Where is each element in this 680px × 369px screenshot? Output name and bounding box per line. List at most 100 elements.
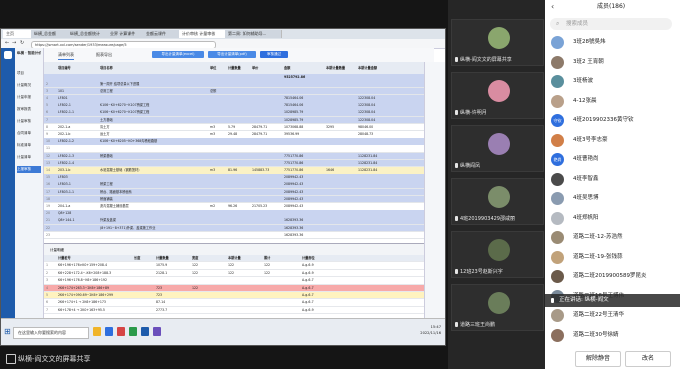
grid-header-cell[interactable]: 项目编号 xyxy=(58,62,98,74)
export-pdf-button[interactable]: 导出计量清单(pdf) xyxy=(208,51,256,58)
sub-grid-header-cell[interactable]: 累计 xyxy=(264,255,298,261)
sub-grid-row[interactable]: 4 2K6+174+263.3~2K6+186+89 723 122 A-g-6-7 xyxy=(44,284,434,292)
grid-header-cell[interactable]: 本期计量金额 xyxy=(358,62,398,74)
member-search-input[interactable]: ⌕ 搜索成员 xyxy=(550,18,672,30)
sub-grid-row[interactable]: 6 2K6+174+1 → 2K6+186+173 87.14 A-g-6-7 xyxy=(44,299,434,307)
sidebar-item[interactable]: 标准清单 xyxy=(17,142,41,149)
grid-cell-cur: 1646 xyxy=(326,168,335,172)
video-tile[interactable]: 纵横-许明月 xyxy=(451,72,544,119)
member-item[interactable]: 3班2 王宵朝 xyxy=(549,54,677,71)
grid-cell-name: 桥台、路面基本桥面系 xyxy=(100,189,132,194)
meeting-icon[interactable] xyxy=(153,327,161,336)
sub-grid-cell-g: A-g-6-7 xyxy=(302,285,314,290)
member-item[interactable]: 4班吴思博 xyxy=(549,190,677,207)
browser-tab[interactable]: 业界 计算课件 xyxy=(107,30,148,38)
sidebar-item[interactable]: 计量申报 xyxy=(17,94,41,101)
grid-row[interactable]: 23 1628393.36 xyxy=(44,231,424,240)
grid-header-cell[interactable]: 本期计量数量 xyxy=(326,62,356,74)
grid-header-cell[interactable]: 单价 xyxy=(252,62,282,74)
rename-button[interactable]: 改名 xyxy=(625,351,671,367)
forward-icon[interactable]: → xyxy=(12,40,16,46)
member-avatar xyxy=(551,94,564,108)
member-item[interactable]: 守钦 4班2019902336黄守钦 xyxy=(549,112,677,129)
sub-grid-header-cell[interactable]: 计量数量 xyxy=(156,255,190,261)
sub-grid-header-cell[interactable]: 计量桩号 xyxy=(58,255,132,261)
member-item[interactable]: 3班杨波 xyxy=(549,73,677,90)
grid-cell-code: 101 xyxy=(58,88,65,93)
unmute-all-button[interactable]: 解除静音 xyxy=(575,351,621,367)
member-item[interactable]: 道路二班2019900589罗昆炎 xyxy=(549,268,677,285)
sub-grid-cell-g: A-g-6-7 xyxy=(302,293,314,297)
member-item[interactable]: 道路二班-19-张钱蒜 xyxy=(549,249,677,266)
member-item[interactable]: 道路二班30号徐婧 xyxy=(549,327,677,344)
grid-header-cell[interactable]: 项目名称 xyxy=(100,62,210,74)
video-tile[interactable]: 道路三班王尚鹏 xyxy=(451,284,544,331)
grid-header-cell[interactable]: 金额 xyxy=(284,62,324,74)
tab-export[interactable]: 报表导出 xyxy=(96,51,112,59)
member-avatar xyxy=(551,75,564,88)
member-item[interactable]: 4班郑帆阳 xyxy=(549,210,677,227)
word-icon[interactable] xyxy=(141,327,149,336)
browser-tab[interactable]: 纵横_总金额 xyxy=(31,30,72,38)
sidebar-item[interactable]: 计量清单 xyxy=(17,154,41,161)
member-item[interactable]: 4-12张晨 xyxy=(549,93,677,110)
search-icon: ⌕ xyxy=(556,20,560,27)
member-item[interactable]: 艳尚 4班曹艳尚 xyxy=(549,151,677,168)
participant-name-text: 纵横-阎文文的屏幕共享 xyxy=(460,57,512,63)
grid-row-number: 22 xyxy=(46,225,51,230)
shared-screen-content: 主页 纵横_总金额 纵横_总金额统计 业界 计算课件 金额云课件 计价审核 计量… xyxy=(0,28,446,346)
approve-button[interactable]: 审核通过 xyxy=(260,51,288,58)
taskbar-search[interactable]: 在这里输入你要搜索的内容 xyxy=(13,327,89,339)
browser-tab[interactable]: 计价审核 计量审核 xyxy=(179,30,230,38)
member-item[interactable]: 道路二班-12-苏浩然 xyxy=(549,229,677,246)
member-item[interactable]: 4班3号李志豪 xyxy=(549,132,677,149)
sub-grid-row[interactable]: 5 2K6+174+090.69~2K6+186+299 723 A-g-6-7 xyxy=(44,292,434,300)
sub-grid-header-cell[interactable]: 计量部位 xyxy=(302,255,352,261)
sidebar-item[interactable]: 计量审核 xyxy=(17,118,41,125)
sidebar-item[interactable]: 报审报表 xyxy=(17,106,41,113)
grid-cell-amount: 7815464.06 xyxy=(284,103,304,108)
browser-icon[interactable] xyxy=(105,327,113,336)
participant-avatar xyxy=(488,133,510,155)
participant-name-text: 道路三班王尚鹏 xyxy=(460,322,496,328)
member-item[interactable]: 4班李智鑫 xyxy=(549,171,677,188)
browser-tab[interactable]: 金额云课件 xyxy=(143,30,184,38)
grid-header-cell[interactable]: 单位 xyxy=(210,62,226,74)
sub-grid-row[interactable]: 1 K6+196+176>K0+159+208.4 1075.9 122 122 122 A… xyxy=(44,262,434,270)
excel-icon[interactable] xyxy=(129,327,137,336)
video-tile[interactable]: 4班2019903429邵咸丽 xyxy=(451,178,544,225)
back-arrow-icon[interactable]: ‹ xyxy=(551,0,554,14)
sub-grid-header-cell[interactable]: 长度 xyxy=(134,255,154,261)
sidebar-item[interactable]: 项目 xyxy=(17,70,41,77)
browser-tab[interactable]: 纵横_总金额统计 xyxy=(67,30,112,38)
sub-grid-cell-e: 122 xyxy=(228,270,235,275)
back-icon[interactable]: ← xyxy=(5,40,9,46)
sidebar-item-selected[interactable]: 上报审核 xyxy=(17,166,41,173)
tab-list[interactable]: 清单列表 xyxy=(58,51,74,60)
explorer-icon[interactable] xyxy=(93,327,101,336)
sub-grid-cell-c: 1075.9 xyxy=(156,263,168,268)
reload-icon[interactable]: ↻ xyxy=(20,40,24,46)
windows-start-icon[interactable]: ⊞ xyxy=(4,327,11,336)
video-tile[interactable]: 纵横阎凤 xyxy=(451,125,544,172)
app-icon[interactable] xyxy=(117,327,125,336)
grid-header-cell[interactable]: 计量数量 xyxy=(228,62,250,74)
grid-cell-unit: m3 xyxy=(210,132,216,136)
browser-tab[interactable]: 第二周: 如何辅助导... xyxy=(225,30,282,38)
sub-grid-header-cell[interactable]: 宽度 xyxy=(192,255,226,261)
grid-cell-code: 202-1-a xyxy=(58,124,71,129)
member-item[interactable]: 3班28號吳炜 xyxy=(549,34,677,51)
sub-grid-row[interactable]: 3 K6+196+176.8~K6+186+192 A-g-6-7 xyxy=(44,277,434,285)
os-taskbar: ⊞ 在这里输入你要搜索的内容 15:47 2022/11/16 xyxy=(1,318,445,345)
sub-grid-row[interactable]: 7 K6+178+4 → 2K0+163+95.5 2773.7 A-g-6-9 xyxy=(44,307,434,315)
video-tile[interactable]: 12班23号赵斯兴字 xyxy=(451,231,544,278)
sidebar-item[interactable]: 计量概况 xyxy=(17,82,41,89)
video-tile[interactable]: 纵横-阎文文的屏幕共享 xyxy=(451,19,544,66)
export-excel-button[interactable]: 导出计量清单(excel) xyxy=(152,51,204,58)
sub-grid-row[interactable]: 2 K6+228+172.4~-K6+208+188.3 2128.1 122 122 1… xyxy=(44,270,434,278)
sidebar-item[interactable]: 合同清单 xyxy=(17,130,41,137)
member-item[interactable]: 道路二班22号王清华 xyxy=(549,307,677,324)
sub-grid-row-number: 6 xyxy=(46,300,49,305)
grid-cell-amount: 7815464.06 xyxy=(284,96,304,100)
sub-grid-header-cell[interactable]: 本期计量 xyxy=(228,255,262,261)
